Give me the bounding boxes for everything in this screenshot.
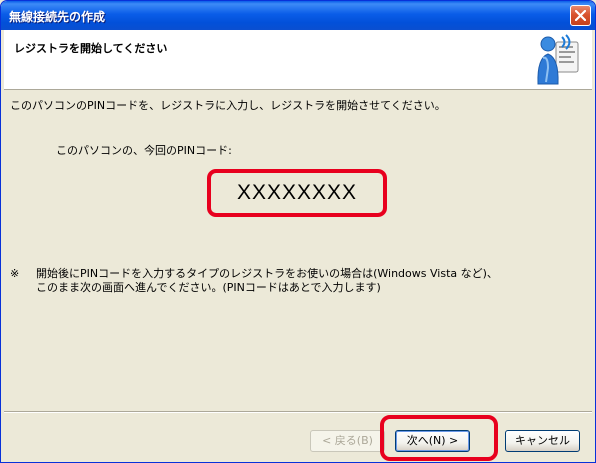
footer-divider: [4, 411, 592, 413]
note-text: ※ 開始後にPINコードを入力するタイプのレジストラをお使いの場合は(Window…: [10, 267, 498, 295]
note-line-2: このまま次の画面へ進んでください。(PINコードはあとで入力します): [36, 281, 381, 294]
next-button-highlight: [380, 415, 498, 461]
cancel-button[interactable]: キャンセル: [505, 430, 580, 452]
wizard-header: レジストラを開始してください: [4, 30, 592, 90]
close-button[interactable]: [570, 5, 591, 26]
instruction-text: このパソコンのPINコードを、レジストラに入力し、レジストラを開始させてください…: [10, 99, 446, 112]
page-title: レジストラを開始してください: [14, 42, 168, 55]
wizard-content: このパソコンのPINコードを、レジストラに入力し、レジストラを開始させてください…: [4, 90, 592, 406]
wizard-window: 無線接続先の作成 レジストラを開始してください このパソコンのPINコードを、レ…: [0, 0, 596, 463]
wireless-person-icon: [534, 34, 584, 89]
back-button[interactable]: < 戻る(B): [310, 430, 385, 452]
close-icon: [575, 10, 586, 21]
pin-label: このパソコンの、今回のPINコード:: [56, 144, 232, 157]
note-mark: ※: [10, 267, 20, 280]
title-bar[interactable]: 無線接続先の作成: [1, 1, 595, 30]
note-line-1: 開始後にPINコードを入力するタイプのレジストラをお使いの場合は(Windows…: [36, 267, 498, 280]
pin-code-display: XXXXXXXX: [207, 169, 387, 217]
window-title: 無線接続先の作成: [9, 10, 106, 24]
